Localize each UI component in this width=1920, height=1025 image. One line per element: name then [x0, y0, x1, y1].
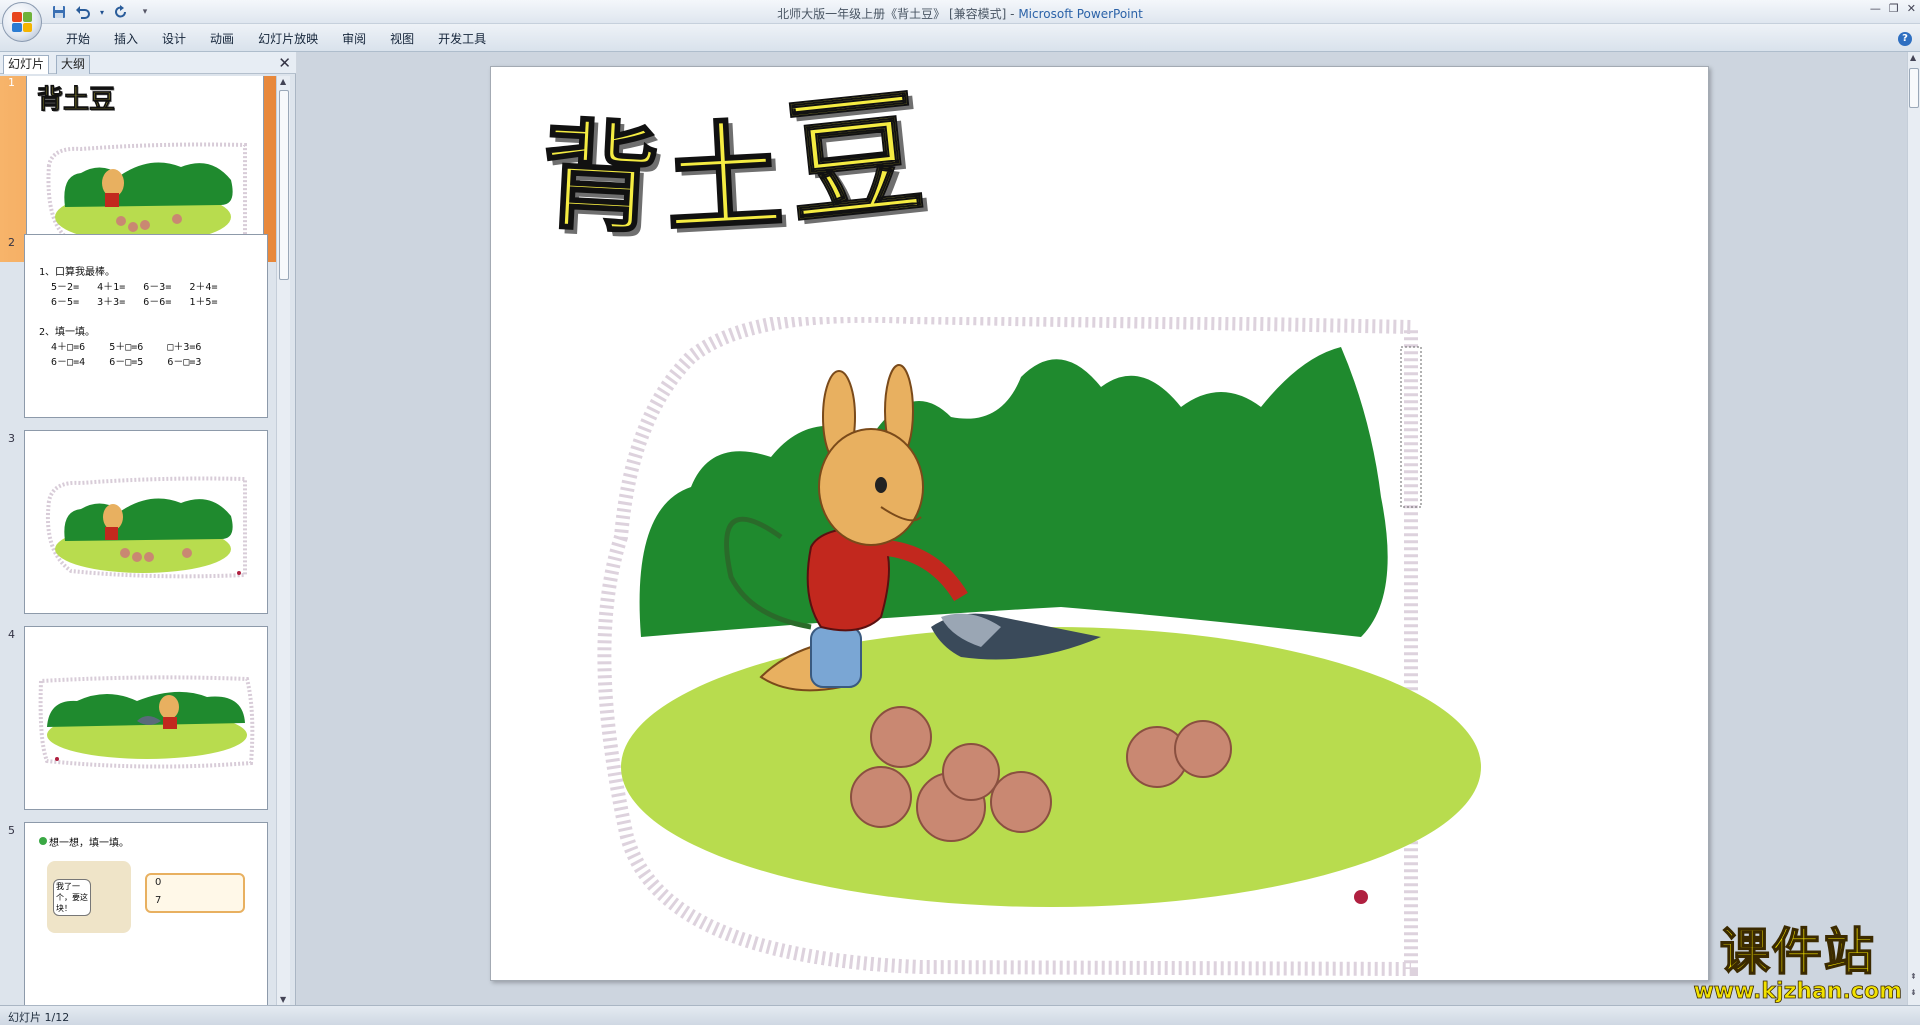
slide-number: 1: [8, 76, 15, 89]
slide-number: 4: [8, 628, 15, 641]
office-button[interactable]: [2, 2, 42, 42]
current-slide[interactable]: 背土豆: [490, 66, 1709, 981]
tab-outline[interactable]: 大纲: [56, 55, 91, 74]
placeholder-outline: [1400, 346, 1422, 508]
potato: [850, 766, 912, 828]
kangaroo-eye: [875, 477, 887, 493]
document-title: 北师大版一年级上册《背土豆》 [兼容模式]: [777, 7, 1007, 21]
powerpoint-window: ▾ ▾ 北师大版一年级上册《背土豆》 [兼容模式] - Microsoft Po…: [0, 0, 1920, 1025]
grid-value-bottom: 7: [155, 895, 162, 906]
thumb-bullet-icon: [39, 837, 47, 845]
app-name: Microsoft PowerPoint: [1018, 7, 1143, 21]
slide-number: 5: [8, 824, 15, 837]
thumb-speech-bubble: 我了一个，要这块！: [53, 879, 91, 916]
potato: [1174, 720, 1232, 778]
bushes: [639, 347, 1388, 637]
kangaroo-head: [818, 428, 924, 546]
tab-review[interactable]: 审阅: [332, 30, 380, 48]
pane-close-icon[interactable]: ✕: [278, 54, 291, 72]
title-char-2: 土: [660, 104, 793, 251]
potato: [870, 706, 932, 768]
status-bar: 幻灯片 1/12: [0, 1005, 1920, 1025]
pane-tabs: 幻灯片 大纲 ✕: [0, 52, 296, 74]
slide-thumbnail-3[interactable]: 3: [0, 428, 276, 618]
slide-thumbnail-image: 想一想，填一填。 我了一个，要这块！ 0 7: [24, 822, 268, 1005]
thumb-caption: 想一想，填一填。: [49, 838, 129, 849]
kangaroo-pants: [810, 626, 862, 688]
slide-number: 2: [8, 236, 15, 249]
scroll-down-icon[interactable]: ▼: [280, 995, 286, 1004]
slide-thumbnail-image: 背土豆: [26, 76, 264, 258]
title-char-1: 背: [536, 104, 669, 251]
window-controls: — ❐ ✕: [1870, 2, 1916, 15]
slide-thumbnail-4[interactable]: 4: [0, 624, 276, 814]
tab-slides[interactable]: 幻灯片: [3, 55, 50, 74]
slide-thumbnail-image: [24, 430, 268, 614]
close-button[interactable]: ✕: [1907, 2, 1916, 15]
title-separator: -: [1006, 7, 1019, 21]
slide-number: 3: [8, 432, 15, 445]
thumb-title: 背土豆: [37, 85, 116, 116]
tab-developer[interactable]: 开发工具: [428, 30, 500, 48]
thumb-scene-image: [38, 675, 255, 769]
slide-editor-area: 背土豆: [297, 52, 1907, 1005]
thumb-text: 1、口算我最棒。 5－2= 4＋1= 6－3= 2＋4= 6－5= 3＋3= 6…: [39, 267, 218, 368]
tab-insert[interactable]: 插入: [104, 30, 152, 48]
thumb-scene-image: [46, 476, 247, 579]
editor-scrollbar[interactable]: ▲ ⇞ ⇟: [1907, 52, 1920, 1005]
red-dot: [1354, 890, 1368, 904]
prev-slide-icon[interactable]: ⇞: [1910, 972, 1917, 981]
scroll-up-icon[interactable]: ▲: [280, 77, 286, 86]
grid-value-top: 0: [155, 877, 162, 888]
slide-thumbnail-5[interactable]: 5 想一想，填一填。 我了一个，要这块！ 0 7: [0, 820, 276, 1005]
slide-thumbnail-list: 1 背土豆 2 1、口算我最棒。 5－2= 4＋1= 6－3= 2＋4= 6－5…: [0, 76, 276, 1005]
ribbon-tabs: 开始 插入 设计 动画 幻灯片放映 审阅 视图 开发工具: [56, 30, 500, 48]
slide-counter: 幻灯片 1/12: [8, 1011, 70, 1024]
slide-title[interactable]: 背土豆: [536, 70, 937, 253]
watermark-brand: 课件站: [1719, 923, 1876, 981]
slides-pane: 幻灯片 大纲 ✕ 1 背土豆 2 1、口算我最棒。 5－2= 4＋1= 6－3=…: [0, 52, 296, 1005]
next-slide-icon[interactable]: ⇟: [1910, 988, 1917, 997]
scroll-thumb[interactable]: [1909, 68, 1919, 108]
thumbnail-scrollbar[interactable]: ▲ ▼: [276, 76, 290, 1005]
tab-design[interactable]: 设计: [152, 30, 200, 48]
tab-view[interactable]: 视图: [380, 30, 428, 48]
tab-animations[interactable]: 动画: [200, 30, 248, 48]
potato: [942, 743, 1000, 801]
scroll-up-icon[interactable]: ▲: [1910, 53, 1916, 62]
slide-thumbnail-image: [24, 626, 268, 810]
ribbon: 开始 插入 设计 动画 幻灯片放映 审阅 视图 开发工具 ?: [0, 24, 1920, 52]
watermark-url: www.kjzhan.com: [1693, 979, 1902, 1004]
title-char-3: 豆: [779, 70, 938, 245]
tab-home[interactable]: 开始: [56, 30, 104, 48]
restore-button[interactable]: ❐: [1889, 2, 1899, 15]
title-bar: ▾ ▾ 北师大版一年级上册《背土豆》 [兼容模式] - Microsoft Po…: [0, 0, 1920, 24]
tab-slide-show[interactable]: 幻灯片放映: [248, 30, 332, 48]
grass-field: [621, 627, 1481, 907]
potato: [990, 771, 1052, 833]
slide-thumbnail-image: 1、口算我最棒。 5－2= 4＋1= 6－3= 2＋4= 6－5= 3＋3= 6…: [24, 234, 268, 418]
window-title: 北师大版一年级上册《背土豆》 [兼容模式] - Microsoft PowerP…: [0, 5, 1920, 22]
scene-illustration[interactable]: [581, 317, 1641, 977]
minimize-button[interactable]: —: [1870, 2, 1881, 15]
slide-thumbnail-2[interactable]: 2 1、口算我最棒。 5－2= 4＋1= 6－3= 2＋4= 6－5= 3＋3=…: [0, 232, 276, 422]
scroll-thumb[interactable]: [279, 90, 289, 280]
office-logo-icon: [12, 12, 32, 32]
help-icon[interactable]: ?: [1898, 32, 1912, 46]
thumb-number-grid: 0 7: [145, 873, 245, 913]
watermark-logo: 课件站 www.kjzhan.com: [1693, 923, 1902, 1004]
